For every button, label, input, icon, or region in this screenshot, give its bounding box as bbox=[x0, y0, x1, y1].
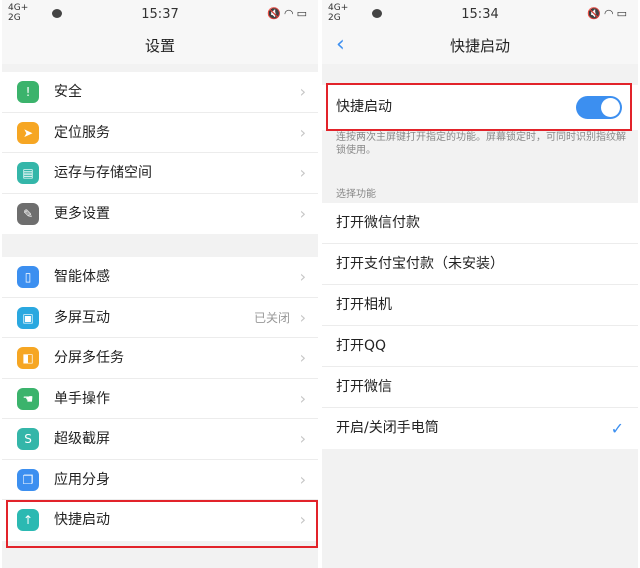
settings-group-2: ▯ 智能体感 › ▣ 多屏互动 已关闭 › ◧ 分屏多任务 › ☚ 单手操作 › S 超级截屏 › ❐ 应用分身 ›… bbox=[2, 257, 318, 541]
chevron-right-icon: › bbox=[299, 267, 306, 286]
settings-item-label: 运存与存储空间 bbox=[54, 165, 152, 181]
function-option-label: 打开QQ bbox=[336, 338, 387, 354]
wrench-icon: ✎ bbox=[17, 202, 39, 225]
settings-item[interactable]: ➤ 定位服务 › bbox=[2, 113, 318, 153]
status-bar: 4G+ 2G 15:34 🔇◠▭ bbox=[322, 0, 638, 30]
function-option[interactable]: 打开微信 bbox=[322, 367, 638, 408]
function-option-label: 打开微信 bbox=[336, 379, 392, 395]
chevron-right-icon: › bbox=[299, 82, 306, 101]
one-hand-icon: ☚ bbox=[17, 387, 39, 410]
chevron-right-icon: › bbox=[299, 348, 306, 367]
screenshot-icon: S bbox=[17, 428, 39, 450]
mute-icon: 🔇 bbox=[267, 7, 284, 20]
phone-motion-icon: ▯ bbox=[17, 266, 39, 288]
settings-item-label: 智能体感 bbox=[54, 269, 110, 285]
settings-item[interactable]: ▯ 智能体感 › bbox=[2, 257, 318, 298]
mute-icon: 🔇 bbox=[587, 7, 604, 20]
status-icons: 🔇◠▭ bbox=[587, 7, 630, 20]
status-icons: 🔇◠▭ bbox=[267, 7, 310, 20]
chevron-right-icon: › bbox=[299, 307, 306, 327]
description-text: 连按两次主屏键打开指定的功能。屏幕锁定时，可同时识别指纹解锁使用。 bbox=[336, 132, 626, 156]
location-arrow-icon: ➤ bbox=[17, 121, 39, 144]
settings-item[interactable]: S 超级截屏 › bbox=[2, 419, 318, 460]
settings-item[interactable]: ◧ 分屏多任务 › bbox=[2, 338, 318, 379]
settings-item[interactable]: ☚ 单手操作 › bbox=[2, 379, 318, 419]
settings-item-label: 分屏多任务 bbox=[54, 350, 124, 366]
settings-item[interactable]: ▤ 运存与存储空间 › bbox=[2, 153, 318, 194]
settings-screen: 4G+ 2G 15:37 🔇◠▭ 设置 ! 安全 › ➤ 定位服务 › ▤ 运存与存储空间 › ✎… bbox=[2, 0, 318, 568]
function-option-label: 打开支付宝付款（未安装） bbox=[336, 256, 504, 272]
settings-item-label: 单手操作 bbox=[54, 390, 110, 407]
split-screen-icon: ◧ bbox=[17, 347, 39, 369]
settings-item-label: 更多设置 bbox=[54, 205, 110, 222]
settings-group-1: ! 安全 › ➤ 定位服务 › ▤ 运存与存储空间 › ✎ 更多设置 › bbox=[2, 72, 318, 234]
title-bar: ‹ 快捷启动 bbox=[322, 30, 638, 64]
function-option[interactable]: 打开相机 bbox=[322, 285, 638, 326]
status-bar: 4G+ 2G 15:37 🔇◠▭ bbox=[2, 0, 318, 30]
wifi-icon: ◠ bbox=[603, 7, 617, 20]
back-arrow-icon[interactable]: ‹ bbox=[336, 30, 345, 60]
function-option-label: 打开相机 bbox=[336, 297, 392, 313]
function-option[interactable]: 打开QQ bbox=[322, 326, 638, 367]
settings-item-label: 定位服务 bbox=[54, 124, 110, 141]
quick-launch-screen: 4G+ 2G 15:34 🔇◠▭ ‹ 快捷启动 快捷启动 连按两次主屏键打开指定… bbox=[322, 0, 638, 568]
chevron-right-icon: › bbox=[299, 203, 306, 223]
function-option[interactable]: 打开支付宝付款（未安装） bbox=[322, 244, 638, 285]
settings-item[interactable]: ▣ 多屏互动 已关闭 › bbox=[2, 298, 318, 338]
settings-item[interactable]: ! 安全 › bbox=[2, 72, 318, 113]
page-title: 设置 bbox=[2, 30, 318, 64]
checkmark-icon: ✓ bbox=[610, 419, 624, 438]
settings-item[interactable]: ❐ 应用分身 › bbox=[2, 460, 318, 500]
storage-icon: ▤ bbox=[17, 162, 39, 184]
page-title: 快捷启动 bbox=[449, 37, 510, 55]
settings-item-label: 超级截屏 bbox=[54, 431, 110, 447]
chevron-right-icon: › bbox=[299, 429, 306, 448]
highlight-box bbox=[6, 500, 318, 548]
function-option[interactable]: 开启/关闭手电筒 ✓ bbox=[322, 408, 638, 449]
battery-icon: ▭ bbox=[616, 7, 630, 20]
app-clone-icon: ❐ bbox=[17, 468, 39, 491]
function-option[interactable]: 打开微信付款 bbox=[322, 203, 638, 244]
chevron-right-icon: › bbox=[299, 388, 306, 408]
wifi-icon: ◠ bbox=[283, 7, 297, 20]
highlight-box bbox=[326, 83, 632, 131]
battery-icon: ▭ bbox=[296, 7, 310, 20]
settings-item-value: 已关闭 bbox=[253, 310, 290, 325]
function-options-list: 打开微信付款打开支付宝付款（未安装） 打开相机打开QQ 打开微信开启/关闭手电筒 ✓ bbox=[322, 203, 638, 449]
function-option-label: 开启/关闭手电筒 bbox=[336, 420, 439, 436]
shield-icon: ! bbox=[17, 81, 39, 103]
function-option-label: 打开微信付款 bbox=[336, 215, 420, 231]
chevron-right-icon: › bbox=[299, 163, 306, 182]
chevron-right-icon: › bbox=[299, 122, 306, 142]
chevron-right-icon: › bbox=[299, 469, 306, 489]
multiscreen-icon: ▣ bbox=[17, 306, 39, 329]
settings-item[interactable]: ✎ 更多设置 › bbox=[2, 194, 318, 235]
settings-item-label: 应用分身 bbox=[54, 471, 110, 488]
section-title: 选择功能 bbox=[336, 189, 376, 200]
settings-item-label: 多屏互动 bbox=[54, 309, 110, 326]
settings-item-label: 安全 bbox=[54, 84, 82, 100]
